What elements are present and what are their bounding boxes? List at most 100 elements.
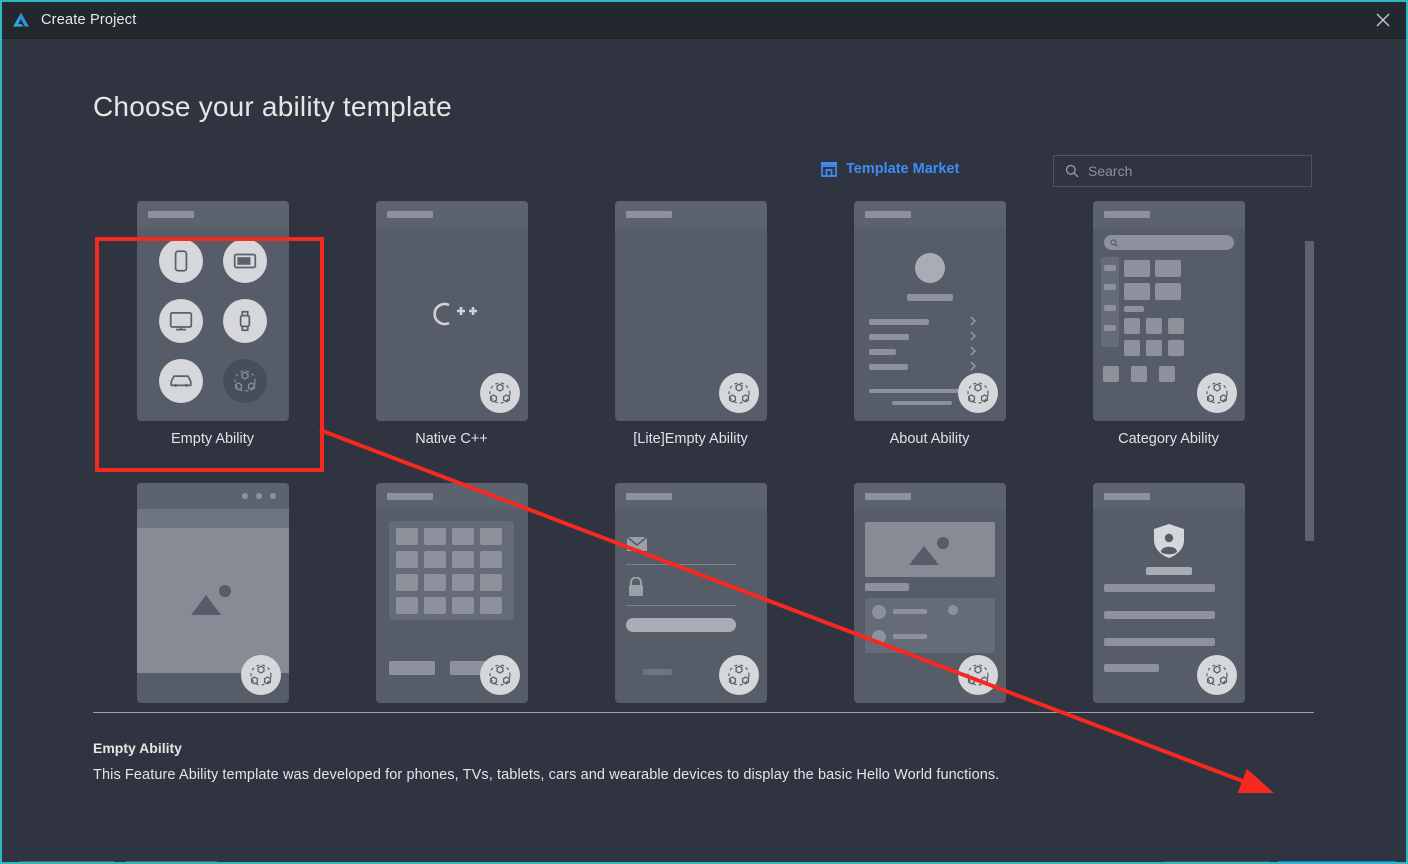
key [479,528,502,545]
text-row [1103,638,1215,646]
template-card-gallery[interactable] [93,483,332,713]
template-thumbnail [614,201,767,421]
harmony-atom-icon [718,655,759,695]
template-thumbnail [136,483,289,703]
harmony-atom-icon [479,655,520,695]
name-placeholder [906,294,953,301]
close-icon[interactable] [1360,2,1406,38]
scrollbar-thumb[interactable] [1305,241,1314,541]
list-avatar [871,630,886,644]
thumb-header-bar [1103,211,1150,218]
template-thumbnail [614,483,767,703]
grid-tile [1123,340,1140,356]
grid-tile [1154,283,1181,300]
shield-user-icon [1153,524,1184,558]
tv-icon [158,299,203,343]
grid-tile [1123,318,1140,334]
key [423,551,446,568]
template-market-link[interactable]: Template Market [820,161,959,177]
key [451,597,474,614]
window-title: Create Project [41,12,137,28]
key [479,574,502,591]
description-title: Empty Ability [93,740,182,756]
thumb-header-bar [625,211,672,218]
input-underline [625,605,736,606]
template-scrollbar[interactable] [1305,241,1314,751]
key [451,551,474,568]
template-card-native-cpp[interactable]: Native C++ [332,201,571,483]
list-row [868,349,896,355]
template-card-keypad[interactable] [332,483,571,713]
template-card-category-ability[interactable]: Category Ability [1049,201,1288,483]
caption [864,583,909,591]
search-box[interactable] [1053,155,1312,187]
template-thumbnail [375,201,528,421]
template-card-empty-ability[interactable]: Empty Ability [93,201,332,483]
template-card-news[interactable] [810,483,1049,713]
template-market-label: Template Market [846,161,960,177]
device-icon-grid [137,227,289,421]
key [451,574,474,591]
text-row [1103,584,1215,592]
template-thumbnail [136,201,289,421]
harmony-atom-icon [240,655,281,695]
list-text [892,609,927,614]
dialog-content: Choose your ability template Template Ma… [2,41,1406,862]
description-text: This Feature Ability template was develo… [93,767,1000,783]
login-button [625,618,736,632]
grid-tile [1167,340,1184,356]
search-input[interactable] [1088,163,1288,179]
template-card-about-ability[interactable]: About Ability [810,201,1049,483]
tab-item [1130,366,1147,382]
text-row [1103,611,1215,619]
list-avatar [871,605,886,619]
template-grid: Empty Ability Native C++ [Lite]Empty Abi… [93,201,1314,713]
grid-tile [1167,318,1184,334]
create-project-dialog: Create Project Choose your ability templ… [0,0,1408,864]
grid-tile [1123,260,1150,277]
mail-icon [626,536,647,551]
grid-tile [1145,318,1162,334]
harmony-atom-icon [222,359,267,403]
lock-icon [628,577,643,596]
key [451,528,474,545]
key [395,551,418,568]
thumb-header-bar [386,211,433,218]
harmony-atom-icon [479,373,520,413]
key [395,528,418,545]
grid-tile [1154,260,1181,277]
search-icon [1065,164,1079,178]
key [395,574,418,591]
thumb-header-bar [864,211,911,218]
grid-tile [1145,340,1162,356]
text-row [1103,664,1159,672]
template-label: About Ability [889,431,970,447]
cpp-logo-icon [376,297,528,339]
key [423,597,446,614]
thumb-header-bar [864,493,911,500]
section-label [1123,306,1144,312]
watermark: CSDN @海小皮HXP [854,857,1093,862]
template-label: Category Ability [1118,431,1219,447]
template-card-shield[interactable] [1049,483,1288,713]
list-avatar [947,605,958,615]
template-thumbnail [375,483,528,703]
thumb-header-bar [625,493,672,500]
key [395,597,418,614]
thumb-header-bar [386,493,433,500]
page-title: Choose your ability template [93,91,452,122]
template-card-login[interactable] [571,483,810,713]
template-card-lite-empty-ability[interactable]: [Lite]Empty Ability [571,201,810,483]
key [479,551,502,568]
image-placeholder-icon [190,585,231,615]
template-thumbnail [853,201,1006,421]
chevron-right-icon [970,316,976,371]
thumb-header-bar [1103,493,1150,500]
phone-icon [158,239,203,283]
sidebar-item [1103,325,1116,331]
list-row [868,364,908,370]
harmony-atom-icon [1196,655,1237,695]
window-dot [241,493,248,499]
window-dot [255,493,262,499]
list-text [892,634,927,639]
